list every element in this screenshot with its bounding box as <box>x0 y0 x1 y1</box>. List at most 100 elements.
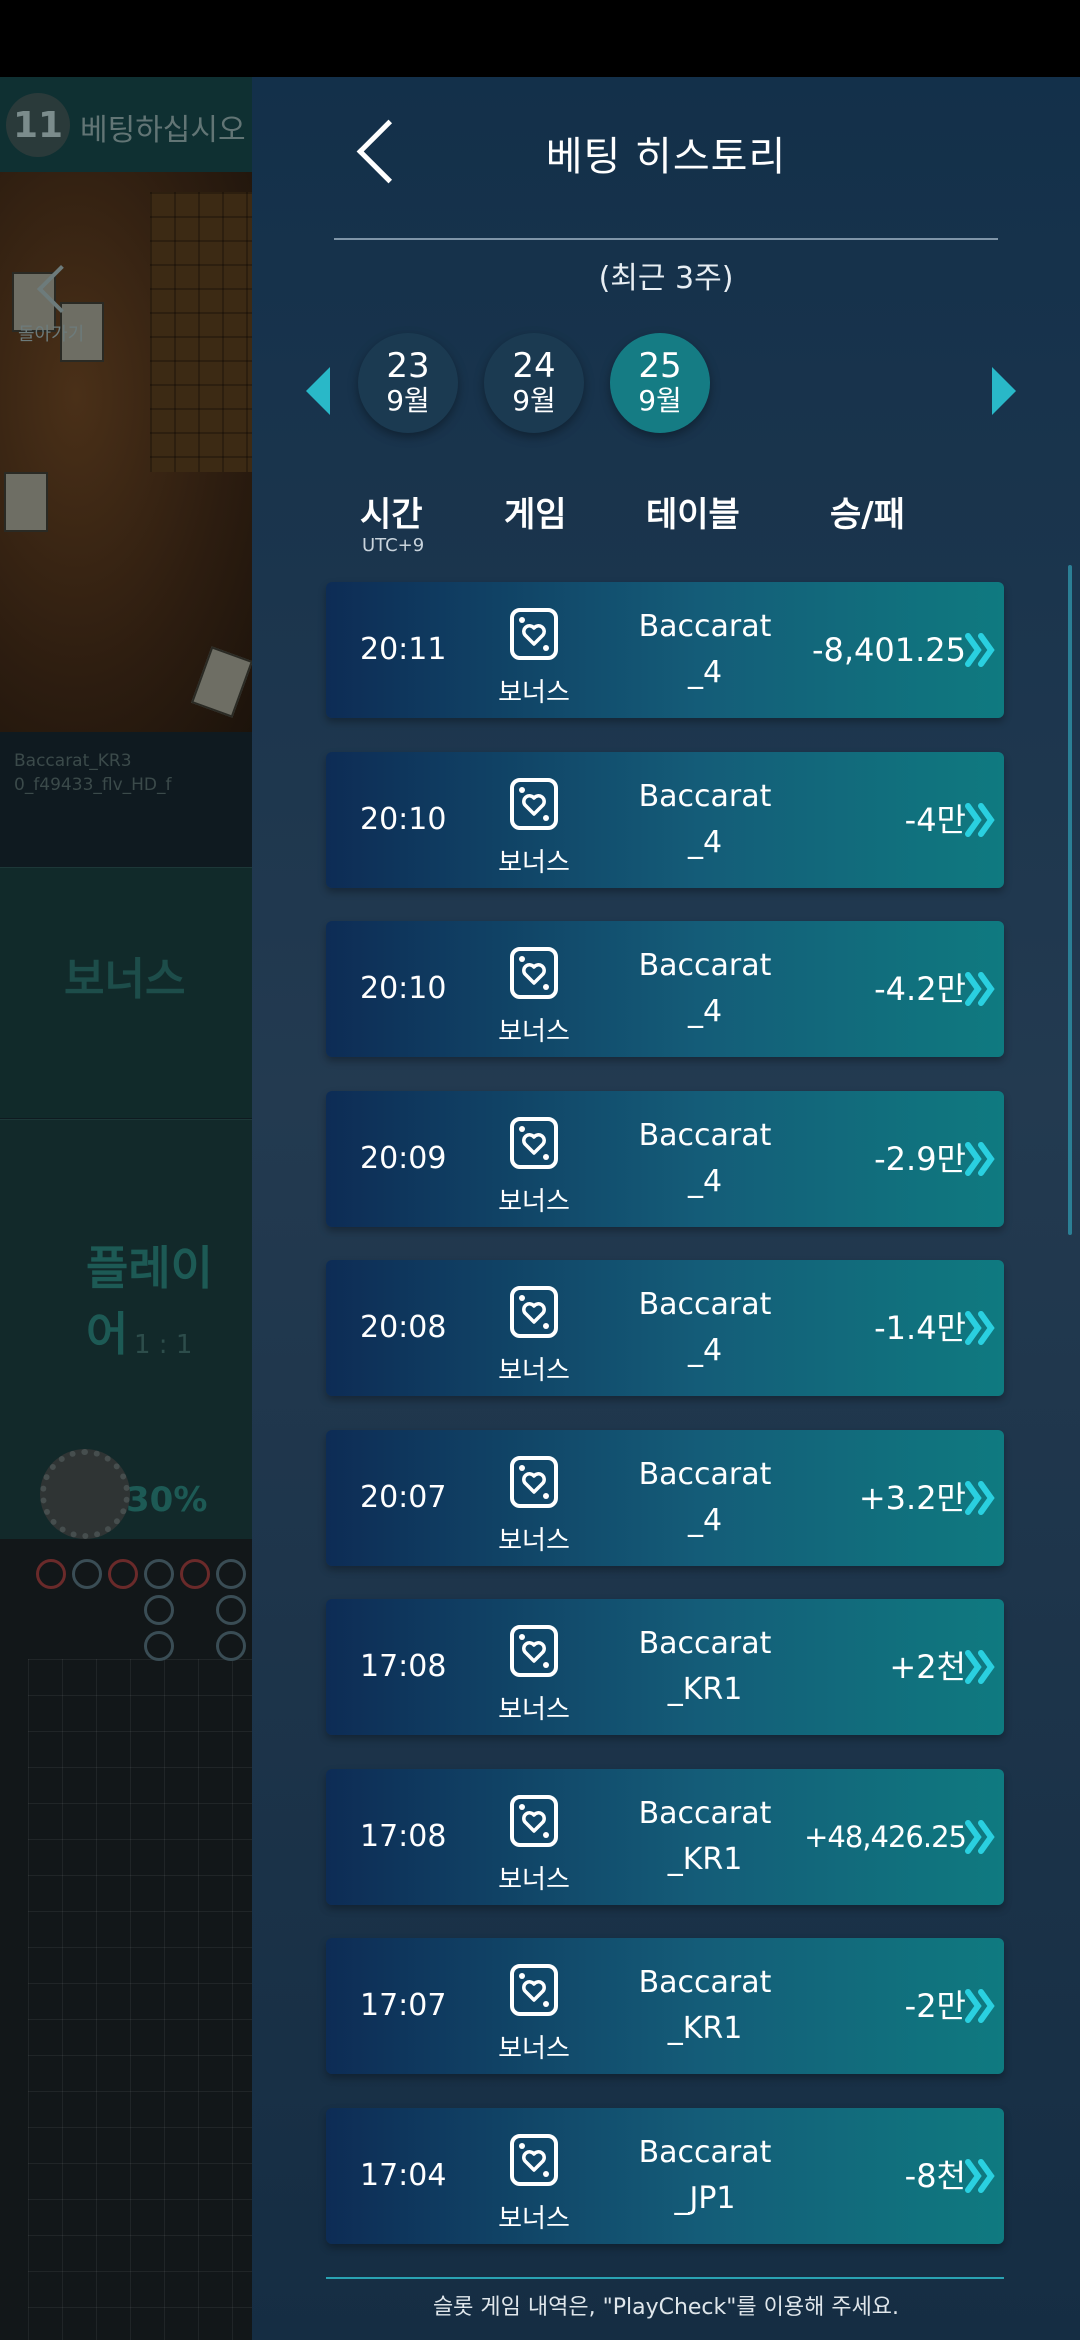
double-chevron-right-icon[interactable] <box>964 630 998 670</box>
status-bar <box>0 0 1080 77</box>
road-marker <box>216 1595 246 1625</box>
double-chevron-right-icon[interactable] <box>964 969 998 1009</box>
row-amount: -8천 <box>904 2156 966 2195</box>
history-row[interactable]: 20:10 보너스 Baccarat _4 -4만 <box>326 751 1004 888</box>
row-table-name: Baccarat <box>638 778 772 814</box>
row-game: 보너스 <box>498 2203 570 2234</box>
row-game: 보너스 <box>498 1525 570 1556</box>
heart-card-icon <box>506 945 562 1001</box>
row-table-name: Baccarat <box>638 1117 772 1153</box>
row-table: Baccarat _4 <box>626 1113 784 1205</box>
row-game: 보너스 <box>498 1017 570 1047</box>
row-amount: -2만 <box>904 1987 966 2025</box>
player-bet-odds: 1 : 1 <box>134 1330 193 1360</box>
row-table-suffix: _JP1 <box>674 2180 736 2216</box>
table-info-line: Baccarat_KR3 <box>14 751 132 771</box>
heart-card-icon <box>506 1793 562 1849</box>
row-table-name: Baccarat <box>638 1456 772 1492</box>
road-marker <box>144 1595 174 1625</box>
row-amount: +2천 <box>889 1648 966 1686</box>
row-time: 17:08 <box>360 1818 447 1854</box>
double-chevron-right-icon[interactable] <box>964 1817 998 1857</box>
scoreboard-road <box>0 1539 252 2340</box>
double-chevron-right-icon[interactable] <box>964 1139 998 1179</box>
road-marker <box>180 1559 210 1589</box>
row-table-name: Baccarat <box>638 948 772 983</box>
table-info-line: 0_f49433_flv_HD_f <box>14 775 172 795</box>
row-time: 20:07 <box>360 1479 447 1515</box>
row-time: 20:10 <box>360 971 447 1006</box>
row-table: Baccarat _KR1 <box>626 1791 784 1883</box>
double-chevron-right-icon[interactable] <box>964 1308 998 1348</box>
row-table: Baccarat _4 <box>626 1452 784 1544</box>
double-chevron-right-icon[interactable] <box>964 1986 998 2026</box>
history-list: 20:11 보너스 Baccarat _4 -8,401.25 20:10 보너스 Bacca… <box>252 77 1080 2340</box>
bonus-bet-spot[interactable]: 보너스 <box>0 867 252 1118</box>
history-row[interactable]: 17:08 보너스 Baccarat _KR1 +2천 <box>326 1599 1004 1735</box>
road-marker <box>36 1559 66 1589</box>
history-row[interactable]: 20:09 보너스 Baccarat _4 -2.9만 <box>326 1090 1004 1227</box>
double-chevron-right-icon[interactable] <box>964 800 998 840</box>
background-game-view: 11 베팅하십시오 돌아가기 Baccarat_KR3 0_f49433_flv… <box>0 77 252 2340</box>
row-amount: +3.2만 <box>858 1478 966 1517</box>
game-topbar: 11 베팅하십시오 <box>0 77 252 172</box>
row-game: 보너스 <box>498 1864 570 1895</box>
game-back-label: 돌아가기 <box>18 324 85 345</box>
row-game: 보너스 <box>498 2034 570 2064</box>
row-time: 17:07 <box>360 1988 447 2023</box>
row-amount: +48,426.25 <box>804 1819 967 1854</box>
history-row[interactable]: 20:07 보너스 Baccarat _4 +3.2만 <box>326 1429 1004 1566</box>
row-table-suffix: _4 <box>687 1163 723 1199</box>
row-table-suffix: _KR1 <box>667 1672 743 1707</box>
row-table-name: Baccarat <box>638 1795 772 1831</box>
chip-icon[interactable] <box>40 1449 130 1539</box>
row-game: 보너스 <box>498 1695 570 1725</box>
road-marker <box>72 1559 102 1589</box>
round-number-badge: 11 <box>6 93 70 157</box>
row-table-suffix: _4 <box>687 824 723 860</box>
row-time: 17:08 <box>360 1649 447 1684</box>
row-table: Baccarat _4 <box>626 1282 784 1374</box>
history-row[interactable]: 17:08 보너스 Baccarat _KR1 +48,426.25 <box>326 1768 1004 1905</box>
history-row[interactable]: 20:08 보너스 Baccarat _4 -1.4만 <box>326 1260 1004 1396</box>
scrollbar[interactable] <box>1068 565 1072 1235</box>
row-table-name: Baccarat <box>638 1287 772 1322</box>
footer-divider <box>326 2277 1004 2279</box>
footer-note: 슬롯 게임 내역은, "PlayCheck"를 이용해 주세요. <box>432 2295 900 2320</box>
row-amount: -8,401.25 <box>811 631 966 669</box>
row-time: 20:11 <box>360 632 447 667</box>
history-row[interactable]: 20:11 보너스 Baccarat _4 -8,401.25 <box>326 582 1004 718</box>
row-table-suffix: _KR1 <box>667 1841 743 1877</box>
row-table: Baccarat _KR1 <box>626 1960 784 2052</box>
player-bet-percent: 30% <box>126 1480 208 1520</box>
game-status-message: 베팅하십시오 <box>80 113 246 148</box>
heart-card-icon <box>506 1962 562 2018</box>
bonus-bet-label: 보너스 <box>64 954 186 1005</box>
double-chevron-right-icon[interactable] <box>964 2156 998 2196</box>
heart-card-icon <box>506 776 562 832</box>
row-table-name: Baccarat <box>638 2134 772 2170</box>
row-amount: -1.4만 <box>874 1309 966 1347</box>
row-table-suffix: _4 <box>687 994 723 1029</box>
history-row[interactable]: 17:04 보너스 Baccarat _JP1 -8천 <box>326 2107 1004 2244</box>
history-row[interactable]: 20:10 보너스 Baccarat _4 -4.2만 <box>326 921 1004 1057</box>
row-amount: -4만 <box>904 800 966 839</box>
row-table: Baccarat _4 <box>626 774 784 866</box>
heart-card-icon <box>506 2132 562 2188</box>
table-info: Baccarat_KR3 0_f49433_flv_HD_f <box>14 749 172 797</box>
row-table-suffix: _4 <box>687 1502 723 1538</box>
double-chevron-right-icon[interactable] <box>964 1478 998 1518</box>
row-time: 17:04 <box>360 2157 447 2193</box>
row-table: Baccarat _4 <box>626 943 784 1035</box>
road-marker <box>216 1559 246 1589</box>
row-amount: -2.9만 <box>874 1139 966 1178</box>
scene-card <box>4 472 48 532</box>
betting-history-panel: 베팅 히스토리 (최근 3주) 23 9월 24 9월 25 9월 시간 UTC… <box>252 77 1080 2340</box>
row-time: 20:10 <box>360 801 447 837</box>
double-chevron-right-icon[interactable] <box>964 1647 998 1687</box>
row-table: Baccarat _4 <box>626 604 784 696</box>
row-table-name: Baccarat <box>638 1626 772 1661</box>
row-table-name: Baccarat <box>638 1965 772 2000</box>
heart-card-icon <box>506 1115 562 1171</box>
history-row[interactable]: 17:07 보너스 Baccarat _KR1 -2만 <box>326 1938 1004 2074</box>
